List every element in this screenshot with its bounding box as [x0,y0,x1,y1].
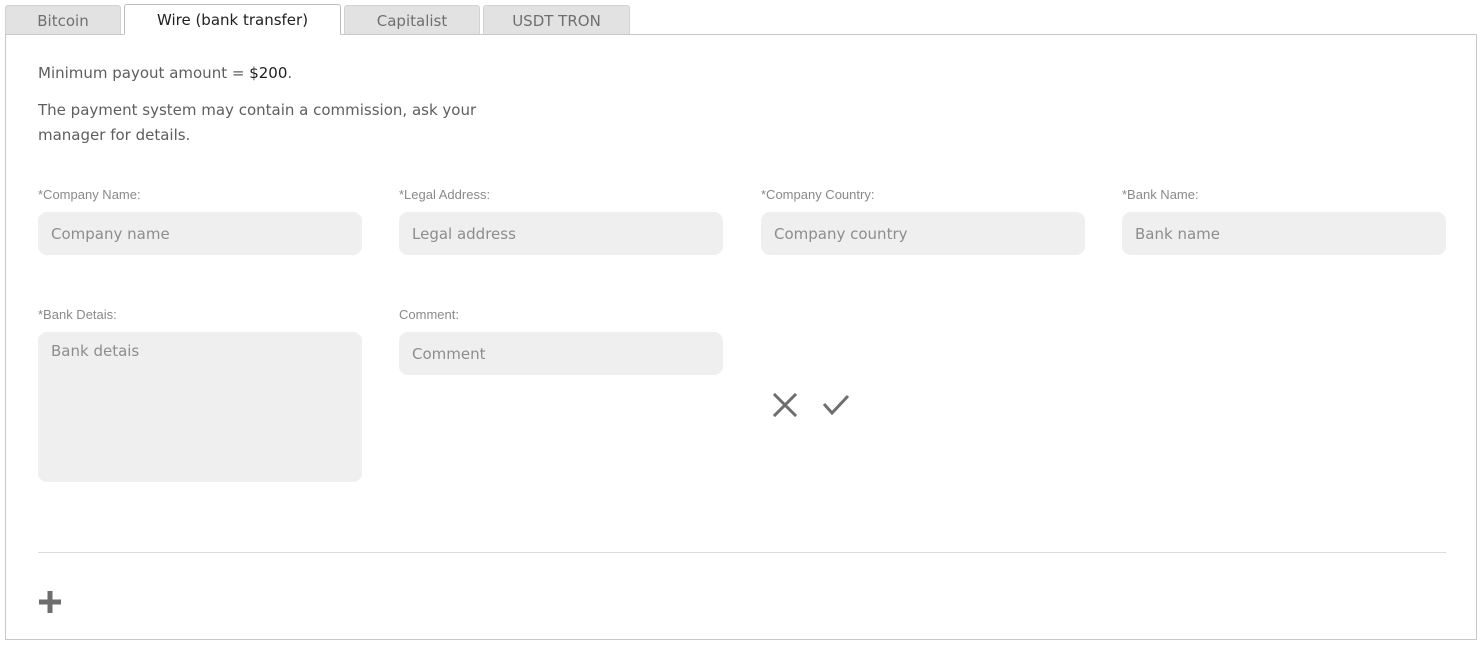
tab-capitalist[interactable]: Capitalist [344,5,480,35]
company-name-input[interactable] [38,212,362,255]
company-country-input[interactable] [761,212,1085,255]
commission-note-line2: manager for details. [38,126,191,144]
bank-details-label: *Bank Detais: [38,307,117,322]
comment-input[interactable] [399,332,723,375]
close-icon [772,392,798,418]
wire-payout-panel: Minimum payout amount = $200. The paymen… [5,34,1477,640]
plus-icon [39,591,61,613]
minimum-payout-text: Minimum payout amount = $200. [38,61,292,86]
commission-note-line1: The payment system may contain a commiss… [38,101,477,119]
bank-name-input[interactable] [1122,212,1446,255]
confirm-button[interactable] [821,392,851,418]
company-name-field: *Company Name: [38,187,362,255]
add-payout-details-button[interactable] [38,590,62,614]
minimum-payout-label: Minimum payout amount = [38,64,250,82]
tab-wire-bank-transfer[interactable]: Wire (bank transfer) [124,4,341,35]
payout-method-tabs: Bitcoin Wire (bank transfer) Capitalist … [5,4,633,35]
section-divider [38,552,1446,553]
bank-details-field: *Bank Detais: [38,307,362,482]
bank-details-textarea[interactable] [38,332,362,482]
bank-name-label: *Bank Name: [1122,187,1199,202]
check-icon [822,394,850,416]
company-country-field: *Company Country: [761,187,1085,255]
minimum-payout-suffix: . [287,64,293,82]
comment-label: Comment: [399,307,459,322]
legal-address-label: *Legal Address: [399,187,491,202]
tab-usdt-tron[interactable]: USDT TRON [483,5,630,35]
legal-address-input[interactable] [399,212,723,255]
company-name-label: *Company Name: [38,187,141,202]
bank-name-field: *Bank Name: [1122,187,1446,255]
minimum-payout-amount: $200 [249,64,288,82]
company-country-label: *Company Country: [761,187,875,202]
commission-note: The payment system may contain a commiss… [38,98,476,148]
comment-field: Comment: [399,307,723,375]
cancel-button[interactable] [772,392,798,418]
tab-bitcoin[interactable]: Bitcoin [5,5,121,35]
legal-address-field: *Legal Address: [399,187,723,255]
